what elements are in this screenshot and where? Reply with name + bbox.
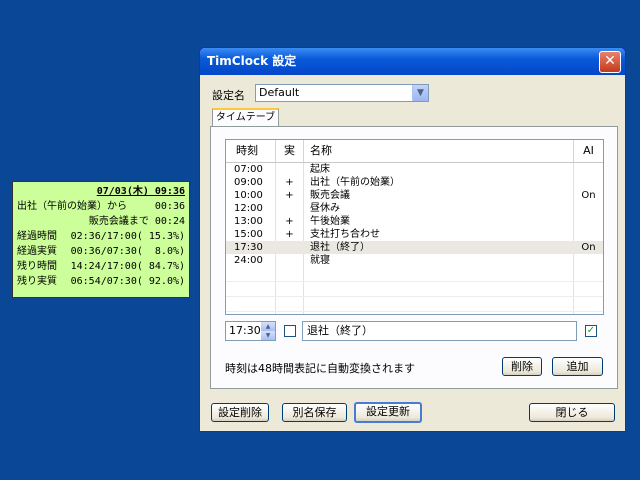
row-time: 07:00 bbox=[234, 164, 263, 175]
timetable-list[interactable]: 時刻 実 名称 AI 07:00 起床 09:00 + 出社（午前の始業） 10:00 + 販… bbox=[225, 139, 604, 315]
tab-timetable[interactable]: タイムテーブル bbox=[212, 108, 279, 139]
table-row[interactable]: 09:00 + 出社（午前の始業） bbox=[226, 176, 603, 189]
dialog-titlebar[interactable]: TimClock 設定 bbox=[200, 48, 625, 75]
table-row[interactable]: 10:00 + 販売会議 On bbox=[226, 189, 603, 202]
column-header-name[interactable]: 名称 bbox=[304, 140, 574, 162]
row-real: + bbox=[285, 216, 294, 227]
table-row[interactable]: 17:30 退社（終了） On bbox=[226, 241, 603, 254]
row-time: 24:00 bbox=[234, 255, 263, 266]
close-window-button[interactable]: ✕ bbox=[599, 51, 621, 73]
table-row[interactable]: 12:00 昼休み bbox=[226, 202, 603, 215]
row-ai bbox=[574, 215, 603, 228]
row-ai bbox=[574, 163, 603, 176]
row-name: 出社（午前の始業） bbox=[310, 177, 400, 188]
row-time: 17:30 bbox=[234, 242, 263, 253]
delete-config-button[interactable]: 設定削除 bbox=[211, 403, 269, 422]
row-name: 販売会議 bbox=[310, 190, 350, 201]
empty-row-line bbox=[226, 281, 603, 282]
row-real bbox=[276, 254, 303, 267]
row-name: 就寝 bbox=[310, 255, 330, 266]
entry-name-input[interactable]: 退社（終了） bbox=[302, 321, 577, 341]
row-time: 13:00 bbox=[234, 216, 263, 227]
empty-row-line bbox=[226, 311, 603, 312]
widget-line-1: 販売会議まで 00:24 bbox=[88, 216, 185, 227]
column-header-ai[interactable]: AI bbox=[574, 140, 603, 162]
timetable-panel: 時刻 実 名称 AI 07:00 起床 09:00 + 出社（午前の始業） 10:00 + 販… bbox=[210, 126, 618, 389]
table-row[interactable]: 07:00 起床 bbox=[226, 163, 603, 176]
config-name-label: 設定名 bbox=[212, 89, 245, 102]
conversion-note: 時刻は48時間表記に自動変換されます bbox=[225, 362, 415, 375]
row-time: 10:00 bbox=[234, 190, 263, 201]
time-spinner-value: 17:30 bbox=[229, 324, 261, 337]
spin-up-icon[interactable]: ▲ bbox=[261, 322, 275, 331]
config-name-dropdown[interactable]: Default ▼ bbox=[255, 84, 429, 102]
settings-dialog: TimClock 設定 ✕ 設定名 Default ▼ タイムテーブル 時刻 実… bbox=[199, 47, 626, 432]
row-ai: On bbox=[581, 190, 596, 201]
table-row[interactable]: 13:00 + 午後始業 bbox=[226, 215, 603, 228]
ai-checkbox[interactable]: ✓ bbox=[585, 325, 597, 337]
row-real: + bbox=[285, 229, 294, 240]
time-spinner[interactable]: 17:30 ▲ ▼ bbox=[225, 321, 276, 341]
save-as-button[interactable]: 別名保存 bbox=[282, 403, 347, 422]
widget-line-2: 経過時間 02:36/17:00( 15.3%) bbox=[17, 231, 185, 242]
column-header-time[interactable]: 時刻 bbox=[226, 140, 276, 162]
row-ai bbox=[574, 228, 603, 241]
update-config-button[interactable]: 設定更新 bbox=[354, 402, 422, 423]
row-time: 12:00 bbox=[234, 203, 263, 214]
table-row[interactable]: 15:00 + 支社打ち合わせ bbox=[226, 228, 603, 241]
spin-down-icon[interactable]: ▼ bbox=[261, 331, 275, 340]
row-time: 09:00 bbox=[234, 177, 263, 188]
config-name-value: Default bbox=[259, 86, 300, 99]
row-ai bbox=[574, 202, 603, 215]
row-ai bbox=[574, 176, 603, 189]
add-row-button[interactable]: 追加 bbox=[552, 357, 603, 376]
row-name: 退社（終了） bbox=[310, 242, 370, 253]
list-rows: 07:00 起床 09:00 + 出社（午前の始業） 10:00 + 販売会議 On 12:00 昼… bbox=[226, 163, 603, 314]
widget-date-time: 07/03(木) 09:36 bbox=[96, 186, 185, 197]
row-ai bbox=[574, 254, 603, 267]
table-row[interactable]: 24:00 就寝 bbox=[226, 254, 603, 267]
chevron-down-icon[interactable]: ▼ bbox=[412, 85, 428, 101]
row-time: 15:00 bbox=[234, 229, 263, 240]
row-real: + bbox=[285, 190, 294, 201]
list-header: 時刻 実 名称 AI bbox=[226, 140, 603, 163]
row-real bbox=[276, 202, 303, 215]
row-name: 昼休み bbox=[310, 203, 340, 214]
widget-line-0: 出社（午前の始業）から 00:36 bbox=[17, 201, 185, 212]
row-real bbox=[276, 241, 303, 254]
delete-row-button[interactable]: 削除 bbox=[502, 357, 542, 376]
row-ai: On bbox=[581, 242, 596, 253]
row-name: 起床 bbox=[310, 164, 330, 175]
widget-line-4: 残り時間 14:24/17:00( 84.7%) bbox=[17, 261, 185, 272]
clock-widget: 07/03(木) 09:36 出社（午前の始業）から 00:36 販売会議まで 0… bbox=[12, 181, 190, 298]
widget-line-5: 残り実質 06:54/07:30( 92.0%) bbox=[17, 276, 185, 287]
dialog-title: TimClock 設定 bbox=[207, 54, 297, 68]
widget-line-3: 経過実質 00:36/07:30( 8.0%) bbox=[17, 246, 185, 257]
real-checkbox[interactable] bbox=[284, 325, 296, 337]
entry-name-value: 退社（終了） bbox=[307, 324, 373, 337]
row-name: 支社打ち合わせ bbox=[310, 229, 380, 240]
close-dialog-button[interactable]: 閉じる bbox=[529, 403, 615, 422]
column-header-real[interactable]: 実 bbox=[276, 140, 304, 162]
row-real: + bbox=[285, 177, 294, 188]
row-real bbox=[276, 163, 303, 176]
close-icon: ✕ bbox=[604, 53, 616, 69]
row-name: 午後始業 bbox=[310, 216, 350, 227]
empty-row-line bbox=[226, 296, 603, 297]
check-icon: ✓ bbox=[586, 325, 596, 336]
